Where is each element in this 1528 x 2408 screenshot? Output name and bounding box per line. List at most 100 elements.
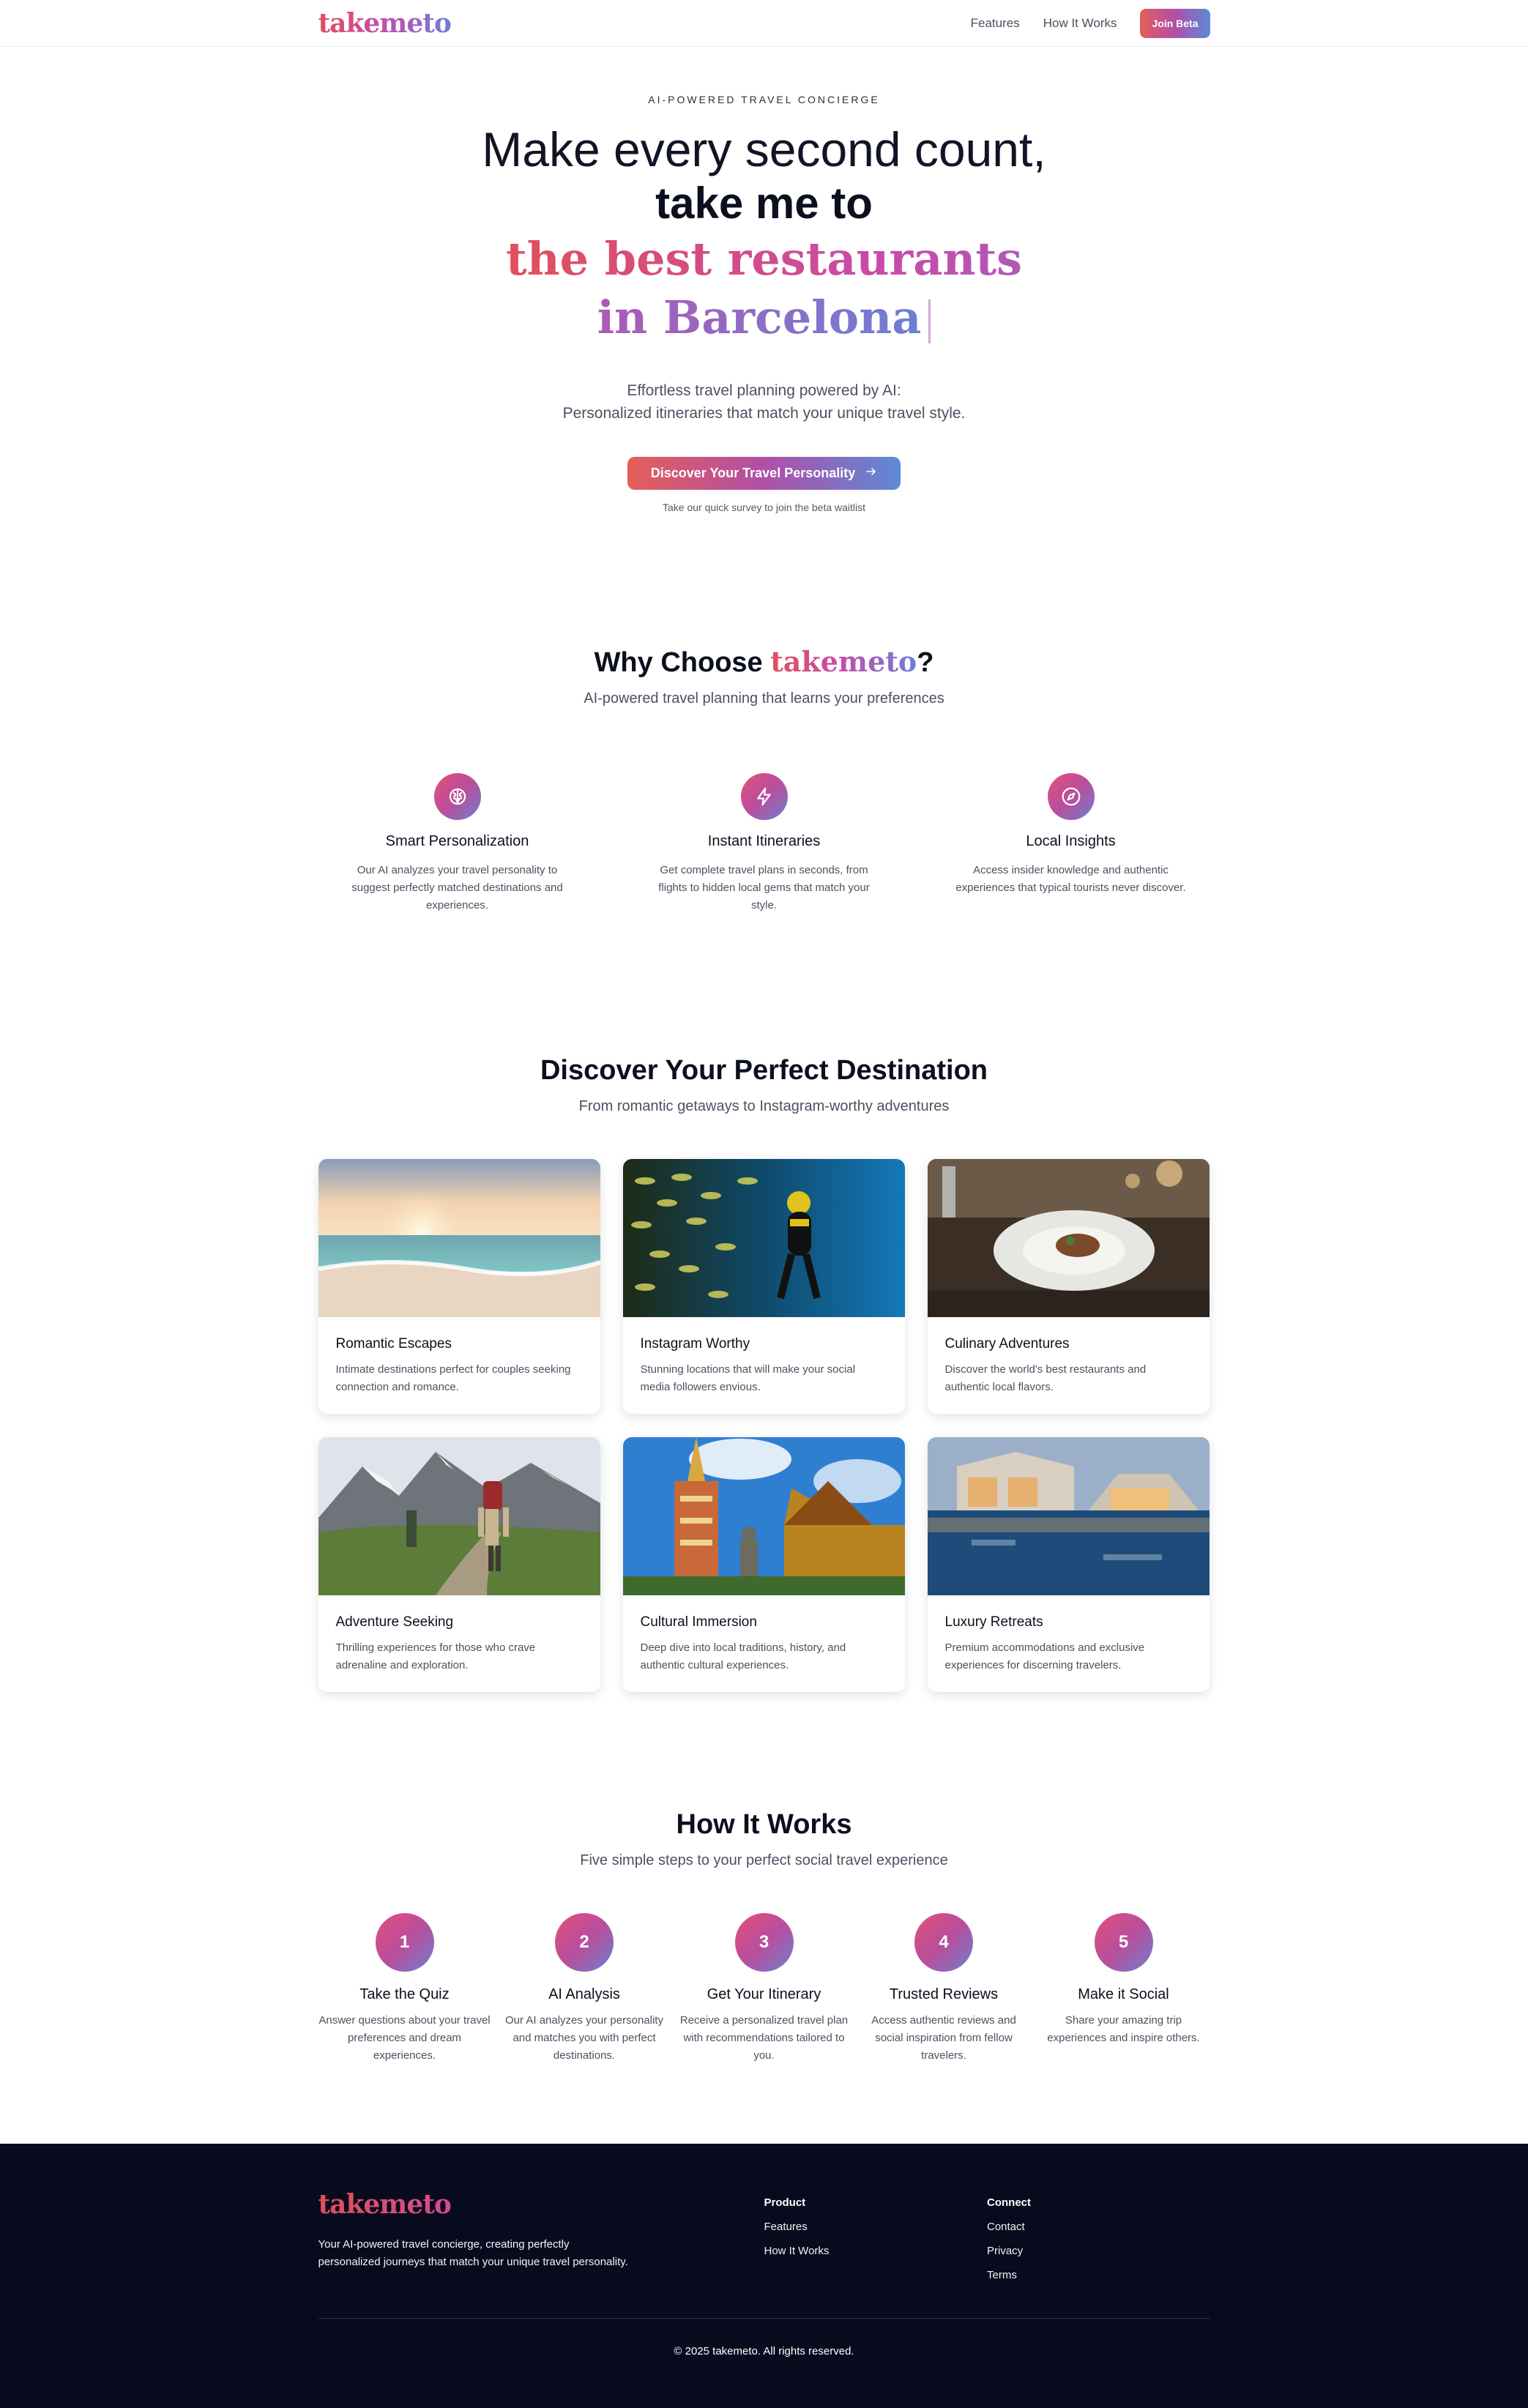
temple-image: [622, 1437, 905, 1595]
why-subtitle: AI-powered travel planning that learns y…: [584, 690, 944, 707]
logo[interactable]: takemeto: [318, 8, 452, 39]
footer-link-terms[interactable]: Terms: [987, 2269, 1210, 2281]
how-it-works-section: How It Works Five simple steps to your p…: [318, 1692, 1210, 2065]
card-title: Adventure Seeking: [335, 1614, 454, 1630]
hero-subtitle-line-2: Personalized itineraries that match your…: [562, 405, 966, 422]
copyright: © 2025 takemeto. All rights reserved.: [674, 2345, 854, 2357]
destination-card[interactable]: Luxury Retreats Premium accommodations a…: [927, 1437, 1210, 1692]
hero-line-2: take me to: [655, 179, 873, 228]
destinations-subtitle: From romantic getaways to Instagram-wort…: [578, 1098, 950, 1114]
destinations-title: Discover Your Perfect Destination: [540, 1055, 988, 1086]
nav-link-features[interactable]: Features: [971, 16, 1020, 31]
step-title: Make it Social: [1078, 1986, 1169, 2002]
card-title: Cultural Immersion: [640, 1614, 757, 1630]
card-desc: Deep dive into local traditions, history…: [640, 1641, 846, 1671]
why-section: Why Choose takemeto? AI-powered travel p…: [318, 513, 1210, 914]
step-title: Trusted Reviews: [889, 1986, 999, 2002]
step-title: Take the Quiz: [359, 1986, 450, 2002]
destination-card[interactable]: Romantic Escapes Intimate destinations p…: [318, 1159, 600, 1414]
why-title-suffix: ?: [917, 647, 934, 678]
feature-title: Instant Itineraries: [707, 833, 821, 849]
destination-grid: Romantic Escapes Intimate destinations p…: [318, 1159, 1210, 1692]
arrow-right-icon: [865, 466, 877, 481]
footer-link-privacy[interactable]: Privacy: [987, 2245, 1210, 2257]
how-subtitle: Five simple steps to your perfect social…: [580, 1852, 948, 1868]
lightning-icon: [740, 773, 788, 820]
feature-desc: Access insider knowledge and authentic e…: [955, 864, 1186, 894]
step-item: 4 Trusted Reviews Access authentic revie…: [857, 1913, 1030, 2065]
step-number: 4: [914, 1913, 973, 1972]
footer-link-how-it-works[interactable]: How It Works: [764, 2245, 988, 2257]
top-nav: takemeto Features How It Works Join Beta: [0, 0, 1528, 47]
footer-brand: takemeto Your AI-powered travel concierg…: [318, 2189, 764, 2281]
feature-desc: Our AI analyzes your travel personality …: [351, 864, 563, 912]
feature-item: Instant Itineraries Get complete travel …: [647, 773, 882, 914]
typing-caret: [928, 299, 931, 343]
step-number: 3: [734, 1913, 794, 1972]
feature-list: Smart Personalization Our AI analyzes yo…: [318, 773, 1210, 914]
hero-eyebrow: AI-POWERED TRAVEL CONCIERGE: [648, 94, 880, 105]
beach-sunset-image: [318, 1159, 600, 1317]
join-beta-button[interactable]: Join Beta: [1140, 9, 1210, 38]
destination-card[interactable]: Adventure Seeking Thrilling experiences …: [318, 1437, 600, 1692]
card-title: Romantic Escapes: [335, 1336, 452, 1352]
card-desc: Intimate destinations perfect for couple…: [335, 1363, 571, 1393]
step-number: 5: [1094, 1913, 1153, 1972]
step-desc: Answer questions about your travel prefe…: [318, 2014, 491, 2062]
destination-card[interactable]: Instagram Worthy Stunning locations that…: [622, 1159, 905, 1414]
step-number: 2: [555, 1913, 614, 1972]
how-title: How It Works: [676, 1809, 852, 1840]
destination-card[interactable]: Cultural Immersion Deep dive into local …: [622, 1437, 905, 1692]
hero-line-3: the best restaurants in Barcelona: [486, 230, 1043, 347]
step-title: AI Analysis: [548, 1986, 620, 2002]
card-desc: Stunning locations that will make your s…: [640, 1363, 855, 1393]
nav-link-how-it-works[interactable]: How It Works: [1043, 16, 1117, 31]
destinations-section: Discover Your Perfect Destination From r…: [318, 914, 1210, 1692]
footer-link-features[interactable]: Features: [764, 2221, 988, 2233]
step-number: 1: [375, 1913, 434, 1972]
step-item: 2 AI Analysis Our AI analyzes your perso…: [498, 1913, 671, 2065]
footer-product-column: Product Features How It Works: [764, 2189, 988, 2281]
step-desc: Our AI analyzes your personality and mat…: [505, 2014, 663, 2062]
footer-link-contact[interactable]: Contact: [987, 2221, 1210, 2233]
feature-desc: Get complete travel plans in seconds, fr…: [658, 864, 870, 912]
brain-icon: [433, 773, 481, 820]
card-title: Culinary Adventures: [944, 1336, 1070, 1352]
diver-fish-image: [622, 1159, 905, 1317]
cta-label: Discover Your Travel Personality: [650, 466, 856, 480]
step-desc: Access authentic reviews and social insp…: [871, 2014, 1016, 2062]
step-list: 1 Take the Quiz Answer questions about y…: [318, 1913, 1210, 2065]
footer-connect-column: Connect Contact Privacy Terms: [987, 2189, 1210, 2281]
why-title-prefix: Why Choose: [594, 647, 771, 678]
hero-subtitle-line-1: Effortless travel planning powered by AI…: [627, 382, 901, 399]
feature-item: Local Insights Access insider knowledge …: [954, 773, 1188, 914]
footer: takemeto Your AI-powered travel concierg…: [0, 2144, 1528, 2408]
card-title: Luxury Retreats: [944, 1614, 1043, 1630]
step-item: 5 Make it Social Share your amazing trip…: [1037, 1913, 1210, 2065]
cta-note: Take our quick survey to join the beta w…: [662, 502, 866, 513]
step-item: 3 Get Your Itinerary Receive a personali…: [678, 1913, 851, 2065]
hero-typed-text: the best restaurants in Barcelona: [505, 232, 1023, 344]
card-desc: Thrilling experiences for those who crav…: [335, 1641, 536, 1671]
discover-personality-button[interactable]: Discover Your Travel Personality: [627, 457, 901, 490]
step-desc: Share your amazing trip experiences and …: [1047, 2014, 1200, 2044]
footer-connect-heading: Connect: [987, 2196, 1031, 2209]
step-desc: Receive a personalized travel plan with …: [679, 2014, 849, 2062]
card-desc: Discover the world's best restaurants an…: [944, 1363, 1147, 1393]
hero-headline: Make every second count, take me to the …: [0, 122, 1528, 347]
hero-section: AI-POWERED TRAVEL CONCIERGE Make every s…: [0, 47, 1528, 513]
why-title: Why Choose takemeto?: [318, 645, 1210, 679]
destination-card[interactable]: Culinary Adventures Discover the world's…: [927, 1159, 1210, 1414]
why-title-brand: takemeto: [770, 645, 917, 678]
step-item: 1 Take the Quiz Answer questions about y…: [318, 1913, 491, 2065]
restaurant-dish-image: [927, 1159, 1210, 1317]
card-desc: Premium accommodations and exclusive exp…: [944, 1641, 1145, 1671]
compass-icon: [1047, 773, 1095, 820]
feature-title: Local Insights: [1026, 833, 1116, 849]
feature-title: Smart Personalization: [385, 833, 529, 849]
feature-item: Smart Personalization Our AI analyzes yo…: [340, 773, 575, 914]
footer-description: Your AI-powered travel concierge, creati…: [318, 2238, 628, 2268]
footer-divider: [318, 2318, 1210, 2319]
card-title: Instagram Worthy: [640, 1336, 750, 1352]
footer-logo[interactable]: takemeto: [318, 2189, 764, 2220]
